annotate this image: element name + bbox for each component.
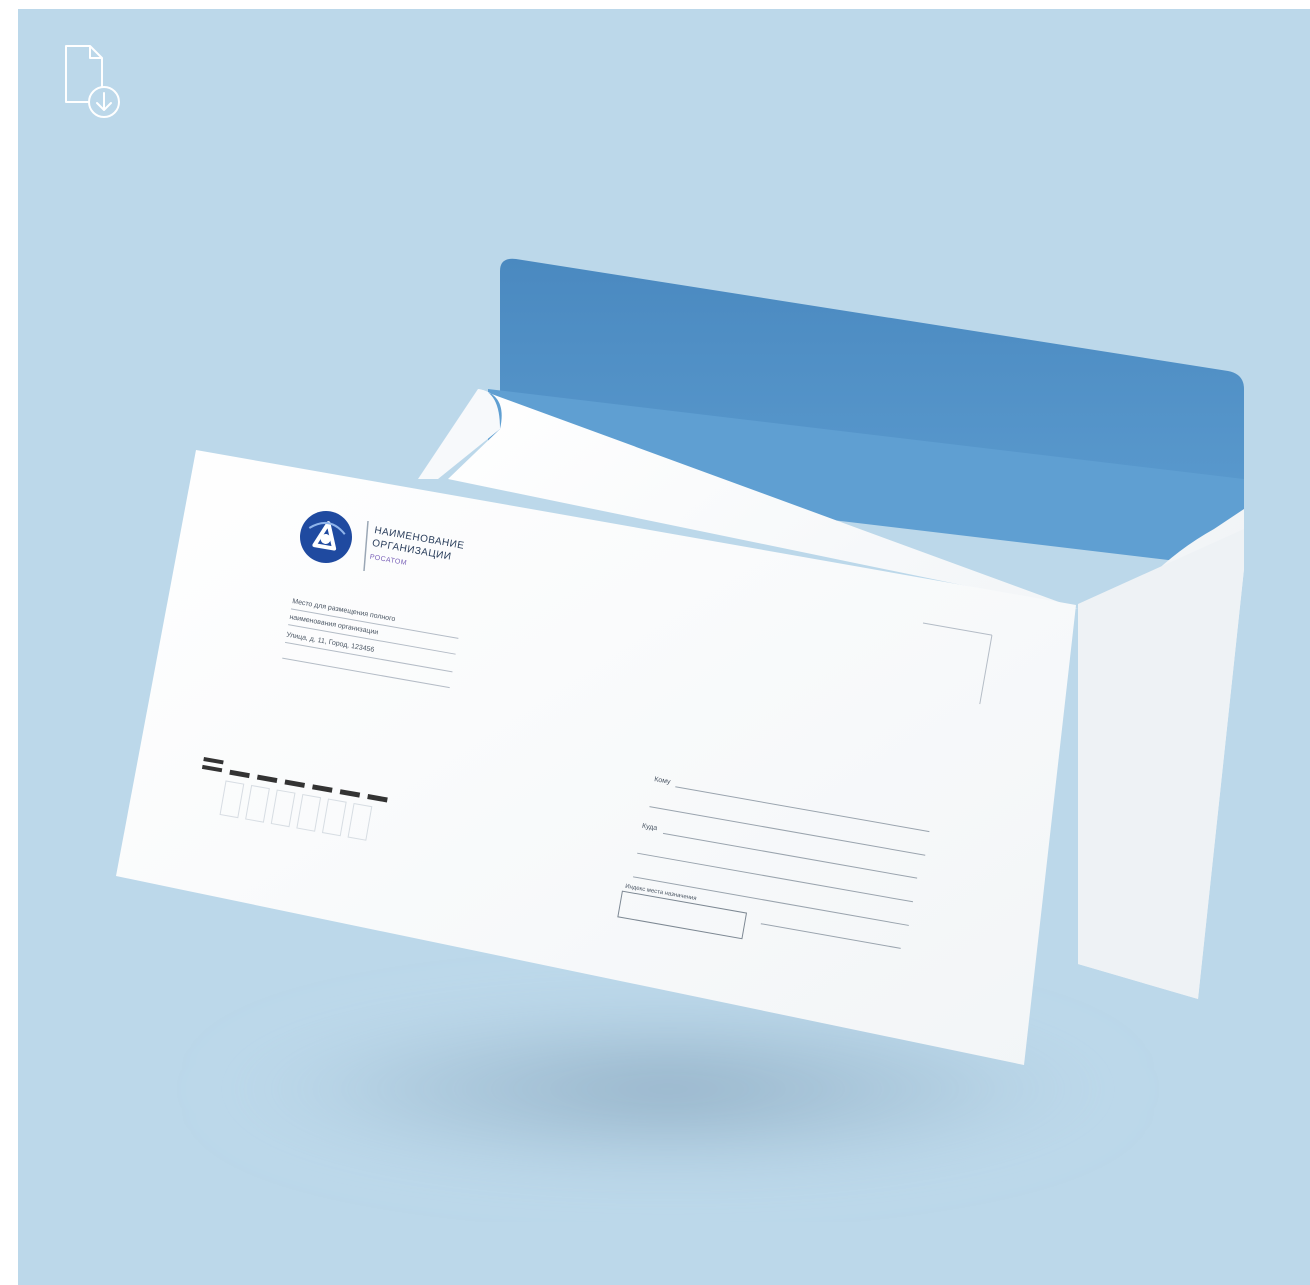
image-canvas: НАИМЕНОВАНИЕ ОРГАНИЗАЦИИ РОСАТОМ Место д… xyxy=(18,9,1310,1285)
file-download-icon xyxy=(65,45,120,118)
download-button[interactable] xyxy=(62,44,126,122)
envelope-scene: НАИМЕНОВАНИЕ ОРГАНИЗАЦИИ РОСАТОМ Место д… xyxy=(18,9,1310,1285)
